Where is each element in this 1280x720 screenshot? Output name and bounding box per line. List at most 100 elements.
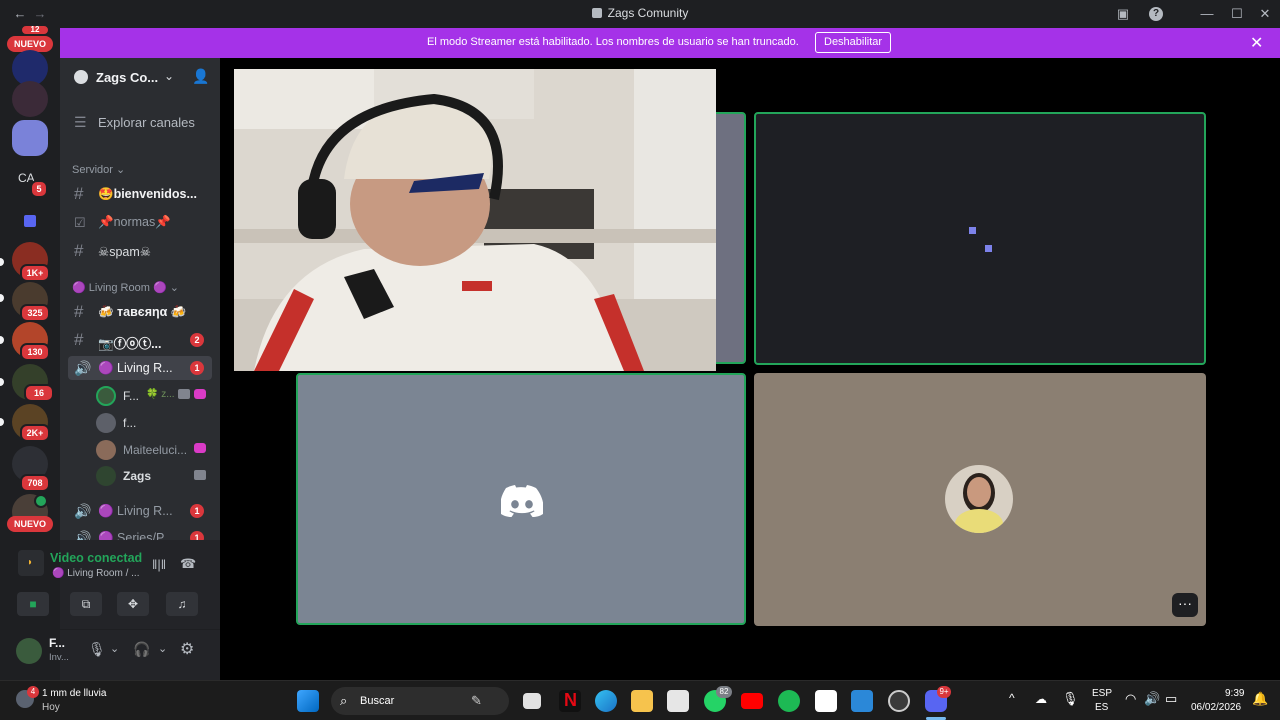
clock-time[interactable]: 9:39: [1225, 688, 1244, 699]
voice-channel-living-room-active[interactable]: 🔊 🟣 Living R... 1: [68, 356, 212, 380]
maximize-button[interactable]: ☐: [1227, 4, 1247, 24]
avatar[interactable]: [16, 638, 42, 664]
channel-spam[interactable]: # ☠spam☠: [68, 239, 212, 263]
inbox-icon[interactable]: ▣: [1113, 4, 1133, 24]
title-bar: ← → Zags Comunity ▣ ? — ☐ ✕: [0, 0, 1280, 28]
windows-taskbar: 4 1 mm de lluvia Hoy ⌕ Buscar ✎ N 82 9+ …: [0, 680, 1280, 720]
streamer-mode-banner: El modo Streamer está habilitado. Los no…: [60, 28, 1280, 58]
speaker-icon: 🔊: [74, 503, 92, 519]
voice-user[interactable]: F... 🍀 z...: [96, 385, 216, 407]
loading-dot: [985, 245, 992, 252]
count-badge: 1: [190, 361, 204, 375]
soundboard-button[interactable]: ♫: [166, 592, 198, 616]
voice-channel-living-room-2[interactable]: 🔊 🟣 Living R... 1: [68, 499, 212, 523]
microphone-icon[interactable]: 🎙: [88, 641, 106, 658]
headphones-icon[interactable]: 🎧: [133, 641, 150, 658]
more-options-button[interactable]: ···: [1172, 593, 1198, 617]
chevron-down-icon[interactable]: ⌄: [164, 69, 174, 83]
participant-tile-discord-avatar[interactable]: [296, 373, 746, 625]
folder-icon[interactable]: [12, 211, 48, 233]
banner-message: El modo Streamer está habilitado. Los no…: [427, 36, 799, 48]
wifi-icon[interactable]: ◠: [1125, 691, 1136, 707]
chevron-down-icon[interactable]: ⌄: [158, 642, 167, 655]
noise-suppression-icon[interactable]: ‖|‖: [152, 557, 166, 572]
windows-start-icon[interactable]: [297, 690, 319, 712]
file-explorer-icon[interactable]: [631, 690, 653, 712]
stream-indicator-icon: [194, 389, 206, 399]
close-icon[interactable]: ✕: [1250, 33, 1263, 53]
video-stage: ···: [220, 58, 1280, 680]
mention-badge: 2: [190, 333, 204, 347]
microsoft-store-icon[interactable]: [667, 690, 689, 712]
photos-icon[interactable]: [851, 690, 873, 712]
gear-icon[interactable]: ⚙: [180, 639, 194, 659]
app-icon[interactable]: [815, 690, 837, 712]
spotify-icon[interactable]: [778, 690, 800, 712]
clock-date[interactable]: 06/02/2026: [1191, 702, 1241, 713]
list-icon: ☰: [74, 114, 87, 130]
edge-icon[interactable]: [595, 690, 617, 712]
channel-normas[interactable]: ☑ 📌normas📌: [68, 210, 212, 234]
ca-badge: 5: [30, 180, 48, 198]
channel-bienvenidos[interactable]: # 🤩bienvenidos...: [68, 182, 212, 206]
task-view-icon[interactable]: [523, 693, 541, 709]
speaker-icon: 🔊: [74, 530, 92, 540]
help-icon[interactable]: ?: [1149, 7, 1163, 21]
voice-channel-name[interactable]: 🟣 Living Room / ...: [52, 568, 139, 579]
chevron-up-icon[interactable]: ^: [1009, 691, 1015, 705]
participant-tile-profile[interactable]: ···: [754, 373, 1206, 626]
server-icon-3[interactable]: [12, 120, 48, 156]
voice-channel-series[interactable]: 🔊 🟣 Series/P... 1: [68, 526, 212, 540]
explore-channels[interactable]: ☰ Explorar canales: [68, 110, 212, 134]
voice-user[interactable]: Zags: [96, 465, 216, 487]
youtube-icon[interactable]: [741, 693, 763, 709]
add-user-icon[interactable]: 👤: [192, 68, 209, 85]
voice-status: Video conectad: [50, 551, 143, 565]
badge-325: 325: [20, 304, 50, 322]
camera-button[interactable]: ■: [17, 592, 49, 616]
chevron-down-icon[interactable]: ⌄: [110, 642, 119, 655]
language-primary[interactable]: ESP: [1092, 688, 1112, 699]
category-servidor[interactable]: Servidor ⌄: [72, 163, 125, 176]
voice-user[interactable]: Maiteeluci...: [96, 439, 216, 461]
close-window-button[interactable]: ✕: [1255, 4, 1275, 24]
discord-logo-icon: [501, 485, 543, 517]
onedrive-icon[interactable]: ☁: [1035, 692, 1047, 706]
language-secondary: ES: [1095, 702, 1109, 713]
user-status: Inv...: [49, 652, 69, 663]
unread-indicator: [0, 258, 4, 266]
channel-taberna[interactable]: # 🍻 тавєяηα 🍻: [68, 300, 212, 324]
battery-icon[interactable]: ▭: [1165, 691, 1177, 707]
steam-icon[interactable]: [888, 690, 910, 712]
unread-indicator: [0, 378, 4, 386]
netflix-icon[interactable]: N: [559, 690, 581, 712]
microphone-icon[interactable]: 🎙: [1062, 691, 1079, 707]
category-living-room[interactable]: 🟣 Living Room 🟣 ⌄: [72, 281, 179, 294]
speaker-icon: 🔊: [74, 360, 92, 376]
weather-forecast[interactable]: 1 mm de lluvia: [42, 688, 106, 699]
voice-user[interactable]: f...: [96, 412, 216, 434]
share-screen-button[interactable]: ⧉: [70, 592, 102, 616]
username: F...: [49, 636, 66, 650]
disable-streamer-button[interactable]: Deshabilitar: [815, 32, 892, 53]
voice-connection-panel: ◗ Video conectad 🟣 Living Room / ... ‖|‖…: [17, 540, 220, 630]
volume-icon[interactable]: 🔊: [1144, 691, 1160, 707]
minimize-button[interactable]: —: [1197, 4, 1217, 24]
server-icon-2[interactable]: [12, 81, 48, 117]
top-badge: 12: [20, 24, 50, 36]
server-header[interactable]: Zags Co... ⌄ 👤: [60, 58, 220, 98]
notifications-icon[interactable]: 🔔: [1252, 691, 1268, 707]
camera-video-tile[interactable]: [234, 69, 716, 371]
channel-fotos[interactable]: # 📷ⓕⓞⓣ... 2: [68, 328, 212, 352]
loading-video-tile[interactable]: [754, 112, 1206, 365]
activities-button[interactable]: ✥: [117, 592, 149, 616]
disconnect-icon[interactable]: ☎: [180, 556, 196, 572]
loading-dot: [969, 227, 976, 234]
badge-708: 708: [20, 474, 50, 492]
search-box[interactable]: ⌕ Buscar ✎: [331, 687, 509, 715]
badge-16: 16: [24, 384, 54, 402]
hash-icon: #: [74, 302, 84, 321]
server-icon: [591, 8, 602, 18]
camera-icon: [194, 470, 206, 480]
server-badge-icon: [74, 70, 88, 84]
